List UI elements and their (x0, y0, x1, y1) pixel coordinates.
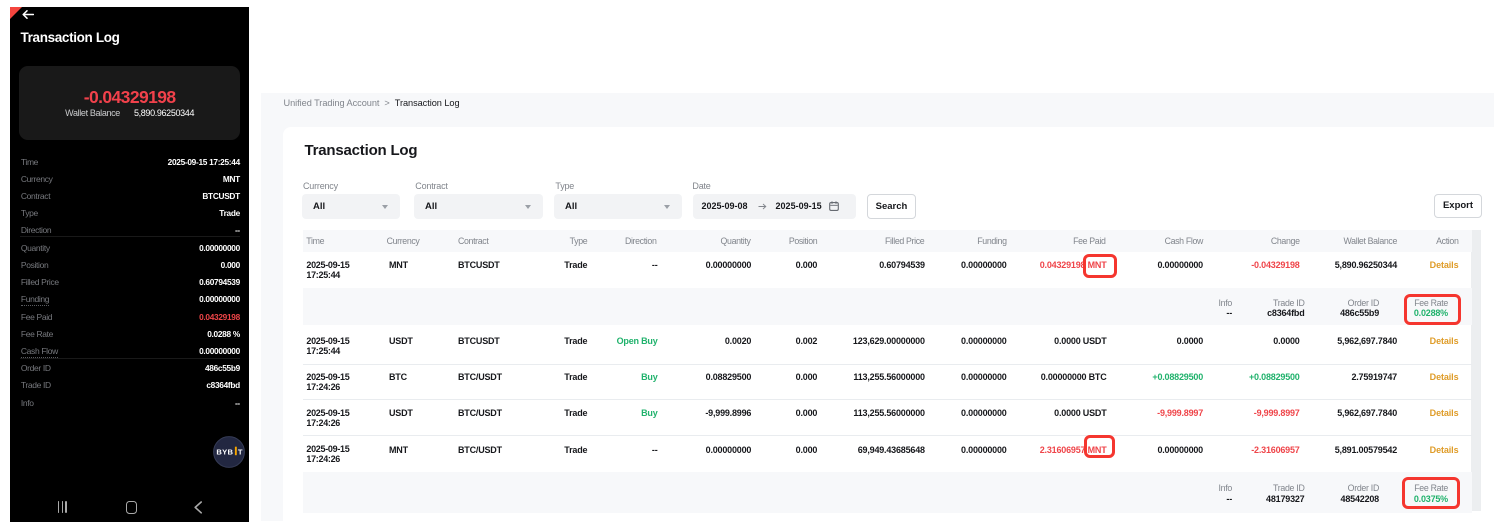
svg-text:BYB: BYB (216, 448, 233, 457)
svg-text:T: T (238, 448, 243, 457)
